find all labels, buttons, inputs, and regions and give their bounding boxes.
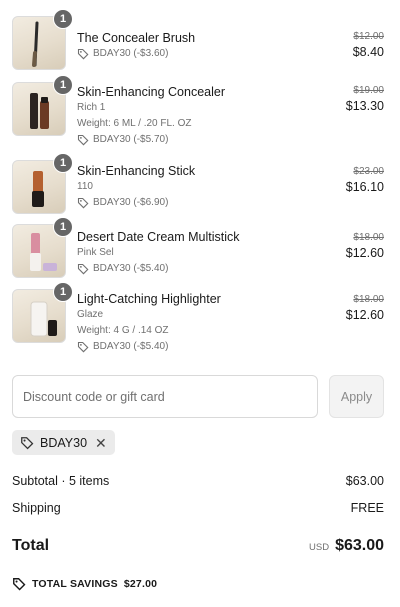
cart-item: 1 Skin-Enhancing Stick 110 BDAY30 (-$6.9…	[0, 153, 400, 220]
item-name: Light-Catching Highlighter	[77, 292, 221, 306]
item-name: Skin-Enhancing Stick	[77, 164, 196, 178]
shipping-value: FREE	[350, 501, 384, 515]
subtotal-row: Subtotal · 5 items $63.00	[12, 474, 384, 488]
original-price: $18.00	[353, 232, 384, 243]
item-name: Desert Date Cream Multistick	[77, 230, 240, 244]
item-variant: Rich 1	[77, 102, 106, 113]
total-savings: TOTAL SAVINGS $27.00	[12, 577, 157, 591]
final-price: $12.60	[345, 246, 384, 260]
shipping-label: Shipping	[12, 501, 61, 515]
savings-value: $27.00	[123, 578, 158, 590]
currency-code: USD	[309, 542, 330, 553]
item-discount: BDAY30 (-$5.40)	[77, 261, 297, 277]
cart-item: 1 Desert Date Cream Multistick Pink Sel …	[0, 217, 400, 284]
tag-icon	[77, 48, 89, 60]
original-price: $23.00	[353, 166, 384, 177]
product-thumbnail: 1	[12, 282, 73, 343]
item-discount-text: BDAY30 (-$5.40)	[93, 263, 169, 274]
tag-icon	[13, 578, 26, 591]
original-price: $18.00	[353, 294, 384, 305]
original-price: $19.00	[353, 85, 384, 96]
item-name: The Concealer Brush	[77, 31, 196, 45]
item-discount-text: BDAY30 (-$5.70)	[93, 134, 169, 145]
item-discount-text: BDAY30 (-$5.40)	[93, 341, 169, 352]
item-variant: Pink Sel	[77, 247, 114, 258]
item-name: Skin-Enhancing Concealer	[77, 85, 226, 99]
item-variant: 110	[77, 181, 93, 192]
item-discount: BDAY30 (-$3.60)	[77, 46, 297, 62]
product-thumbnail: 1	[12, 75, 73, 136]
item-discount: BDAY30 (-$5.40)	[77, 339, 297, 355]
quantity-badge: 1	[53, 217, 73, 237]
apply-button[interactable]: Apply	[329, 375, 384, 418]
shipping-row: Shipping FREE	[12, 501, 384, 515]
product-thumbnail: 1	[12, 217, 73, 278]
item-weight: Weight: 4 G / .14 OZ	[77, 325, 169, 336]
cart-item: 1 The Concealer Brush BDAY30 (-$3.60) $1…	[0, 9, 400, 76]
quantity-badge: 1	[53, 75, 73, 95]
tag-icon	[77, 134, 89, 146]
item-discount: BDAY30 (-$6.90)	[77, 195, 297, 211]
item-weight: Weight: 6 ML / .20 FL. OZ	[77, 118, 192, 129]
applied-discount-chip: BDAY30 ✕	[12, 430, 115, 455]
total-value: $63.00	[335, 537, 384, 554]
subtotal-label: Subtotal · 5 items	[12, 474, 110, 488]
final-price: $8.40	[352, 45, 384, 59]
tag-icon	[77, 197, 89, 209]
item-discount-text: BDAY30 (-$3.60)	[93, 48, 169, 59]
quantity-badge: 1	[53, 282, 73, 302]
quantity-badge: 1	[53, 9, 73, 29]
remove-discount-icon[interactable]: ✕	[95, 436, 107, 450]
subtotal-value: $63.00	[345, 474, 384, 488]
tag-icon	[21, 436, 34, 449]
final-price: $12.60	[345, 308, 384, 322]
item-variant: Glaze	[77, 309, 104, 320]
total-row: Total USD $63.00	[12, 537, 384, 555]
cart-item: 1 Light-Catching Highlighter Glaze Weigh…	[0, 282, 400, 353]
item-discount-text: BDAY30 (-$6.90)	[93, 197, 169, 208]
product-thumbnail: 1	[12, 153, 73, 214]
discount-form: Apply	[12, 375, 384, 418]
cart-item: 1 Skin-Enhancing Concealer Rich 1 Weight…	[0, 75, 400, 146]
savings-label: TOTAL SAVINGS	[32, 578, 118, 590]
tag-icon	[77, 341, 89, 353]
discount-code-input[interactable]	[12, 375, 318, 418]
quantity-badge: 1	[53, 153, 73, 173]
total-label: Total	[12, 537, 50, 554]
tag-icon	[77, 263, 89, 275]
final-price: $13.30	[345, 99, 384, 113]
product-thumbnail: 1	[12, 9, 73, 70]
final-price: $16.10	[345, 180, 384, 194]
applied-discount-code: BDAY30	[40, 435, 88, 450]
original-price: $12.00	[353, 31, 384, 42]
item-discount: BDAY30 (-$5.70)	[77, 132, 297, 148]
